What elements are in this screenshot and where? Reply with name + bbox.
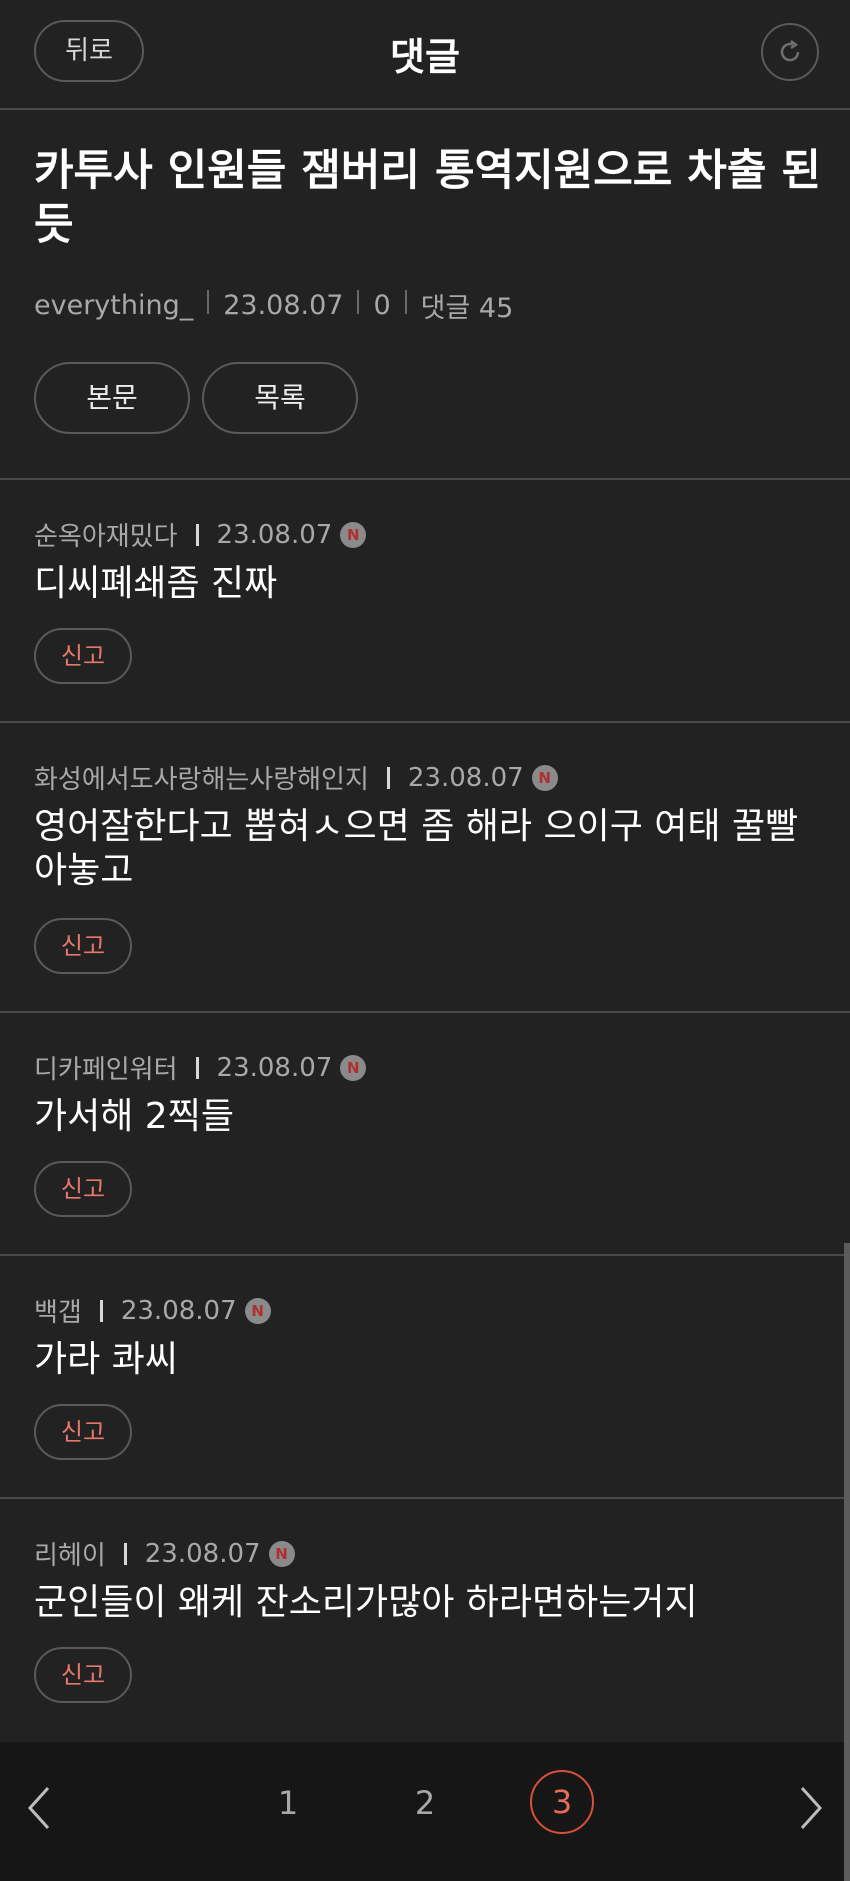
post-comment-count: 댓글 45 <box>420 293 514 324</box>
comment-date: 23.08.07 <box>144 1538 261 1569</box>
refresh-button[interactable] <box>761 23 819 81</box>
pagination: 1 2 3 <box>0 1742 850 1881</box>
report-button[interactable]: 신고 <box>34 1161 132 1217</box>
comment-item: 리헤이 23.08.07 N 군인들이 왜케 잔소리가많아 하라면하는거지 신고 <box>0 1499 850 1742</box>
page-title: 댓글 <box>390 35 460 79</box>
new-badge-icon: N <box>340 521 367 548</box>
comment-item: 백갭 23.08.07 N 가라 콰씨 신고 <box>0 1256 850 1499</box>
comment-text: 가라 콰씨 <box>34 1339 178 1380</box>
report-button[interactable]: 신고 <box>34 918 132 974</box>
post-date: 23.08.07 <box>223 290 344 321</box>
report-button[interactable]: 신고 <box>34 1647 132 1703</box>
comment-text: 군인들이 왜케 잔소리가많아 하라면하는거지 <box>34 1582 698 1623</box>
body-button[interactable]: 본문 <box>34 362 190 434</box>
top-bar: 뒤로 댓글 <box>0 0 850 110</box>
comment-text: 영어잘한다고 뽑혀ㅅ으면 좀 해라 으이구 여태 꿀빨아놓고 <box>34 806 799 891</box>
report-button[interactable]: 신고 <box>34 1404 132 1460</box>
post-author: everything_ <box>34 290 194 321</box>
new-badge-icon: N <box>268 1540 295 1567</box>
new-badge-icon: N <box>244 1297 271 1324</box>
refresh-icon <box>780 40 800 62</box>
comment-meta: 순옥아재밌다 23.08.07 N <box>34 516 367 553</box>
comment-author: 순옥아재밌다 <box>34 522 178 552</box>
comment-item: 화성에서도사랑해는사랑해인지 23.08.07 N 영어잘한다고 뽑혀ㅅ으면 좀… <box>0 723 850 1013</box>
comment-date: 23.08.07 <box>407 762 524 793</box>
comment-date: 23.08.07 <box>216 519 333 550</box>
comment-author: 화성에서도사랑해는사랑해인지 <box>34 765 369 795</box>
comment-author: 리헤이 <box>34 1541 106 1571</box>
comment-meta: 리헤이 23.08.07 N <box>34 1535 295 1572</box>
meta-divider <box>386 766 390 789</box>
report-button[interactable]: 신고 <box>34 628 132 684</box>
post-meta: everything_ 23.08.07 0 댓글 45 <box>34 286 513 325</box>
new-badge-icon: N <box>340 1054 367 1081</box>
page-2-button[interactable]: 2 <box>395 1784 455 1822</box>
meta-divider <box>123 1542 127 1565</box>
comment-text: 디씨폐쇄좀 진짜 <box>34 563 278 604</box>
page-1-button[interactable]: 1 <box>258 1784 318 1822</box>
comment-date: 23.08.07 <box>120 1295 237 1326</box>
comment-author: 디카페인워터 <box>34 1055 178 1085</box>
comment-item: 순옥아재밌다 23.08.07 N 디씨폐쇄좀 진짜 신고 <box>0 480 850 723</box>
meta-divider <box>404 289 407 314</box>
meta-divider <box>195 523 199 546</box>
post-header: 카투사 인원들 잼버리 통역지원으로 차출 된듯 everything_ 23.… <box>0 110 850 480</box>
comment-meta: 디카페인워터 23.08.07 N <box>34 1049 367 1086</box>
post-title: 카투사 인원들 잼버리 통역지원으로 차출 된듯 <box>34 146 821 250</box>
meta-divider <box>357 289 360 314</box>
comment-author: 백갭 <box>34 1298 82 1328</box>
scrollbar[interactable] <box>844 1243 850 1881</box>
new-badge-icon: N <box>531 764 558 791</box>
comment-text: 가서해 2찍들 <box>34 1096 234 1137</box>
post-count: 0 <box>373 290 391 321</box>
meta-divider <box>99 1299 103 1322</box>
comment-date: 23.08.07 <box>216 1052 333 1083</box>
list-button[interactable]: 목록 <box>202 362 358 434</box>
meta-divider <box>207 289 210 314</box>
page-3-button[interactable]: 3 <box>530 1770 594 1834</box>
chevron-left-icon[interactable] <box>24 1784 54 1832</box>
comment-item: 디카페인워터 23.08.07 N 가서해 2찍들 신고 <box>0 1013 850 1256</box>
comment-meta: 백갭 23.08.07 N <box>34 1292 271 1329</box>
chevron-right-icon[interactable] <box>796 1784 826 1832</box>
meta-divider <box>195 1056 199 1079</box>
comment-meta: 화성에서도사랑해는사랑해인지 23.08.07 N <box>34 759 558 796</box>
